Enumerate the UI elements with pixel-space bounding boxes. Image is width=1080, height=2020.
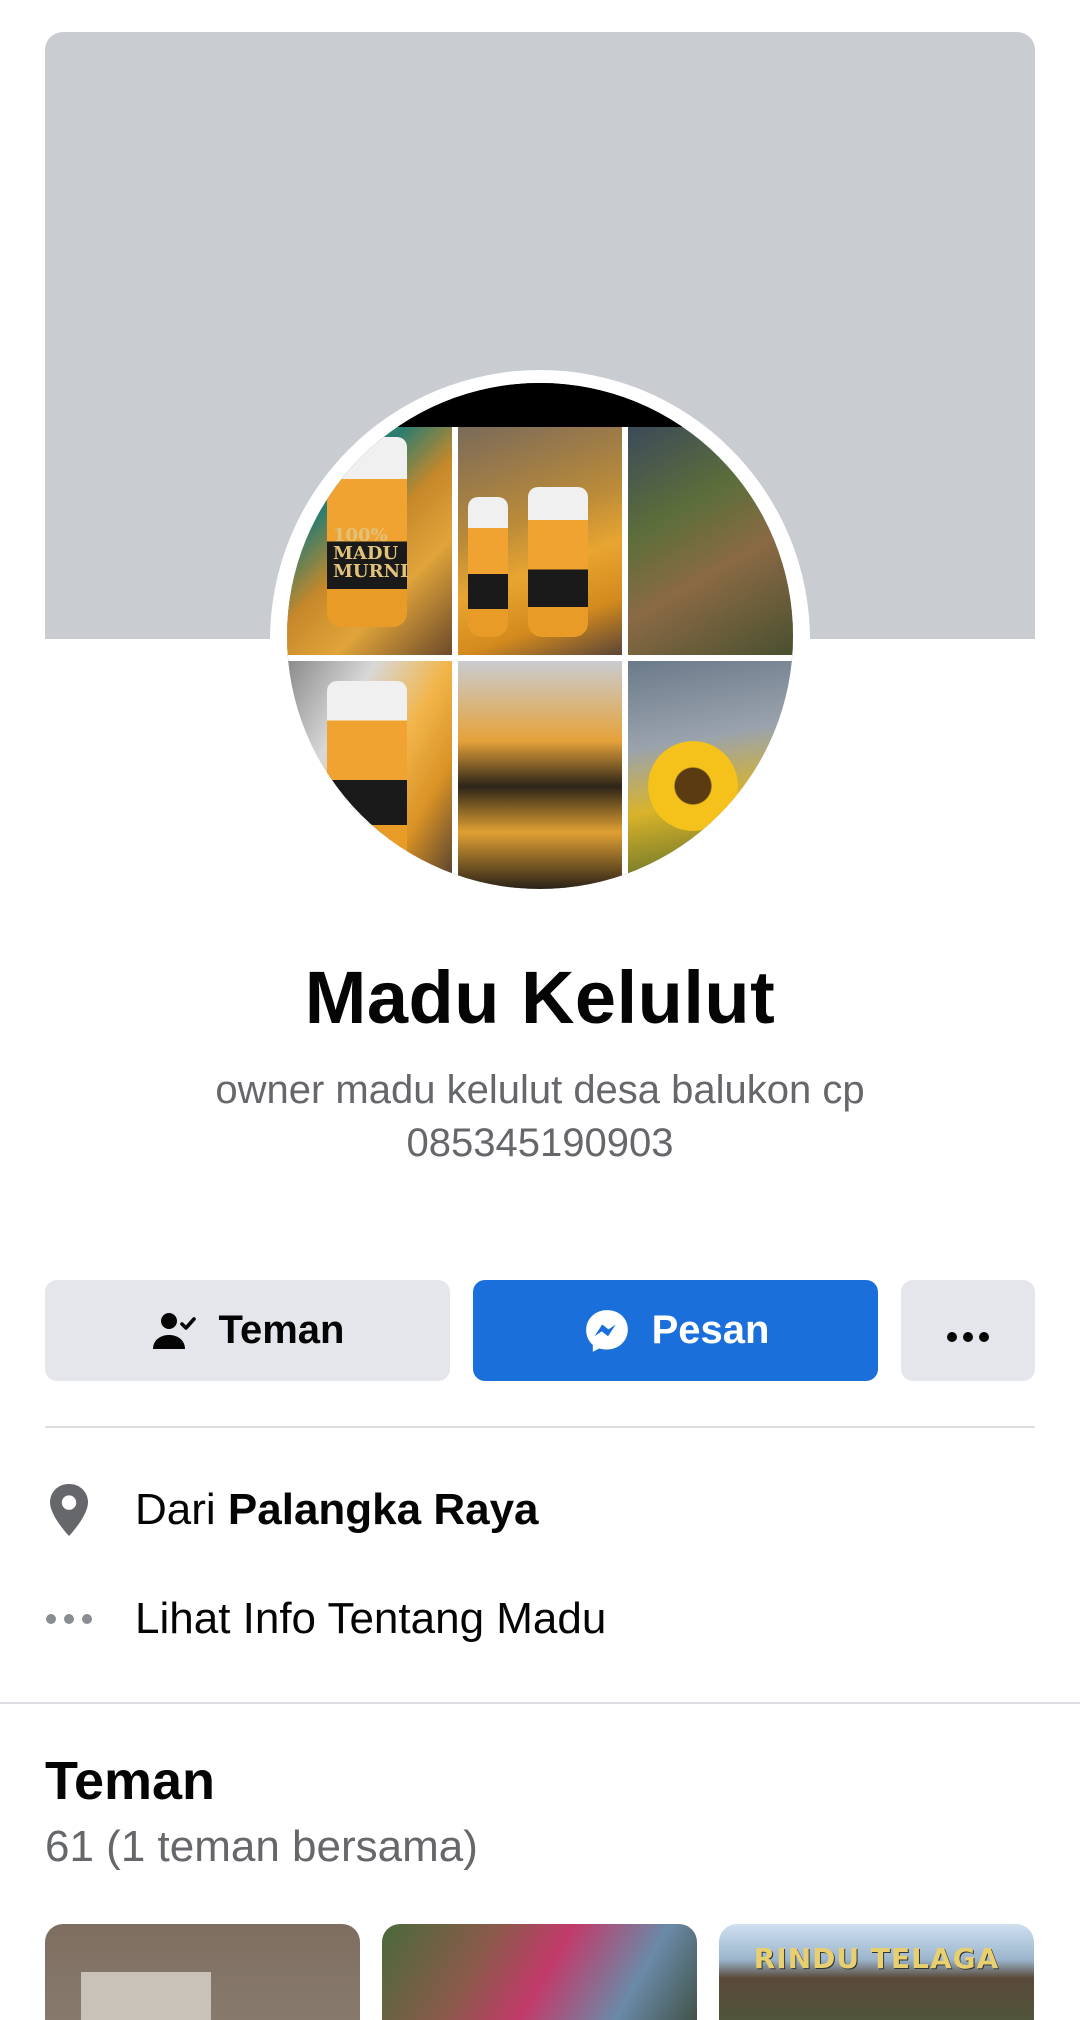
honey-bottle [467, 497, 508, 637]
honey-bottle [527, 487, 588, 637]
friends-count: 61 (1 teman bersama) [45, 1822, 478, 1871]
sunflower [648, 741, 739, 831]
person-check-icon [151, 1307, 199, 1355]
see-about-info-text: Lihat Info Tentang Madu [135, 1594, 607, 1643]
messenger-icon [582, 1306, 632, 1356]
friend-thumbnail[interactable] [382, 1924, 697, 2020]
more-dots-icon [45, 1613, 135, 1625]
bottle-label: 100% MADU MURNI [333, 525, 409, 582]
see-about-info-row[interactable]: Lihat Info Tentang Madu [45, 1584, 1035, 1654]
profile-name: Madu Kelulut [304, 956, 776, 1039]
friends-button[interactable]: Teman [45, 1280, 450, 1381]
friend-thumbnail[interactable] [45, 1924, 360, 2020]
more-dots-icon [946, 1308, 990, 1353]
hometown-row[interactable]: Dari Palangka Raya [45, 1475, 1035, 1545]
location-pin-icon [45, 1482, 135, 1538]
honey-bottle [327, 681, 407, 861]
profile-picture-band [287, 383, 793, 427]
friend-photo-sign: RINDU TELAGA [753, 1942, 1000, 1975]
hometown-text: Dari Palangka Raya [135, 1485, 539, 1534]
profile-bio: owner madu kelulut desa balukon cp 08534… [215, 1068, 865, 1165]
message-button[interactable]: Pesan [473, 1280, 878, 1381]
collage-photo-bottles [457, 427, 623, 655]
more-options-button[interactable] [901, 1280, 1035, 1381]
section-divider [45, 1426, 1035, 1428]
friend-thumbnail[interactable]: RINDU TELAGA [719, 1924, 1034, 2020]
profile-picture[interactable]: 100% MADU MURNI [287, 383, 793, 889]
profile-picture-collage: 100% MADU MURNI [287, 427, 793, 889]
section-divider [0, 1702, 1080, 1704]
collage-photo-bottle-rows [457, 661, 623, 889]
friends-button-label: Teman [218, 1308, 345, 1352]
collage-photo-beekeepers [628, 427, 793, 655]
collage-photo-honey-jar [287, 661, 452, 889]
friends-section-title: Teman [45, 1751, 216, 1811]
collage-photo-honey-bottle: 100% MADU MURNI [287, 427, 452, 655]
friend-photo [81, 1972, 211, 2020]
collage-photo-sunflower [628, 661, 793, 889]
message-button-label: Pesan [651, 1308, 770, 1352]
